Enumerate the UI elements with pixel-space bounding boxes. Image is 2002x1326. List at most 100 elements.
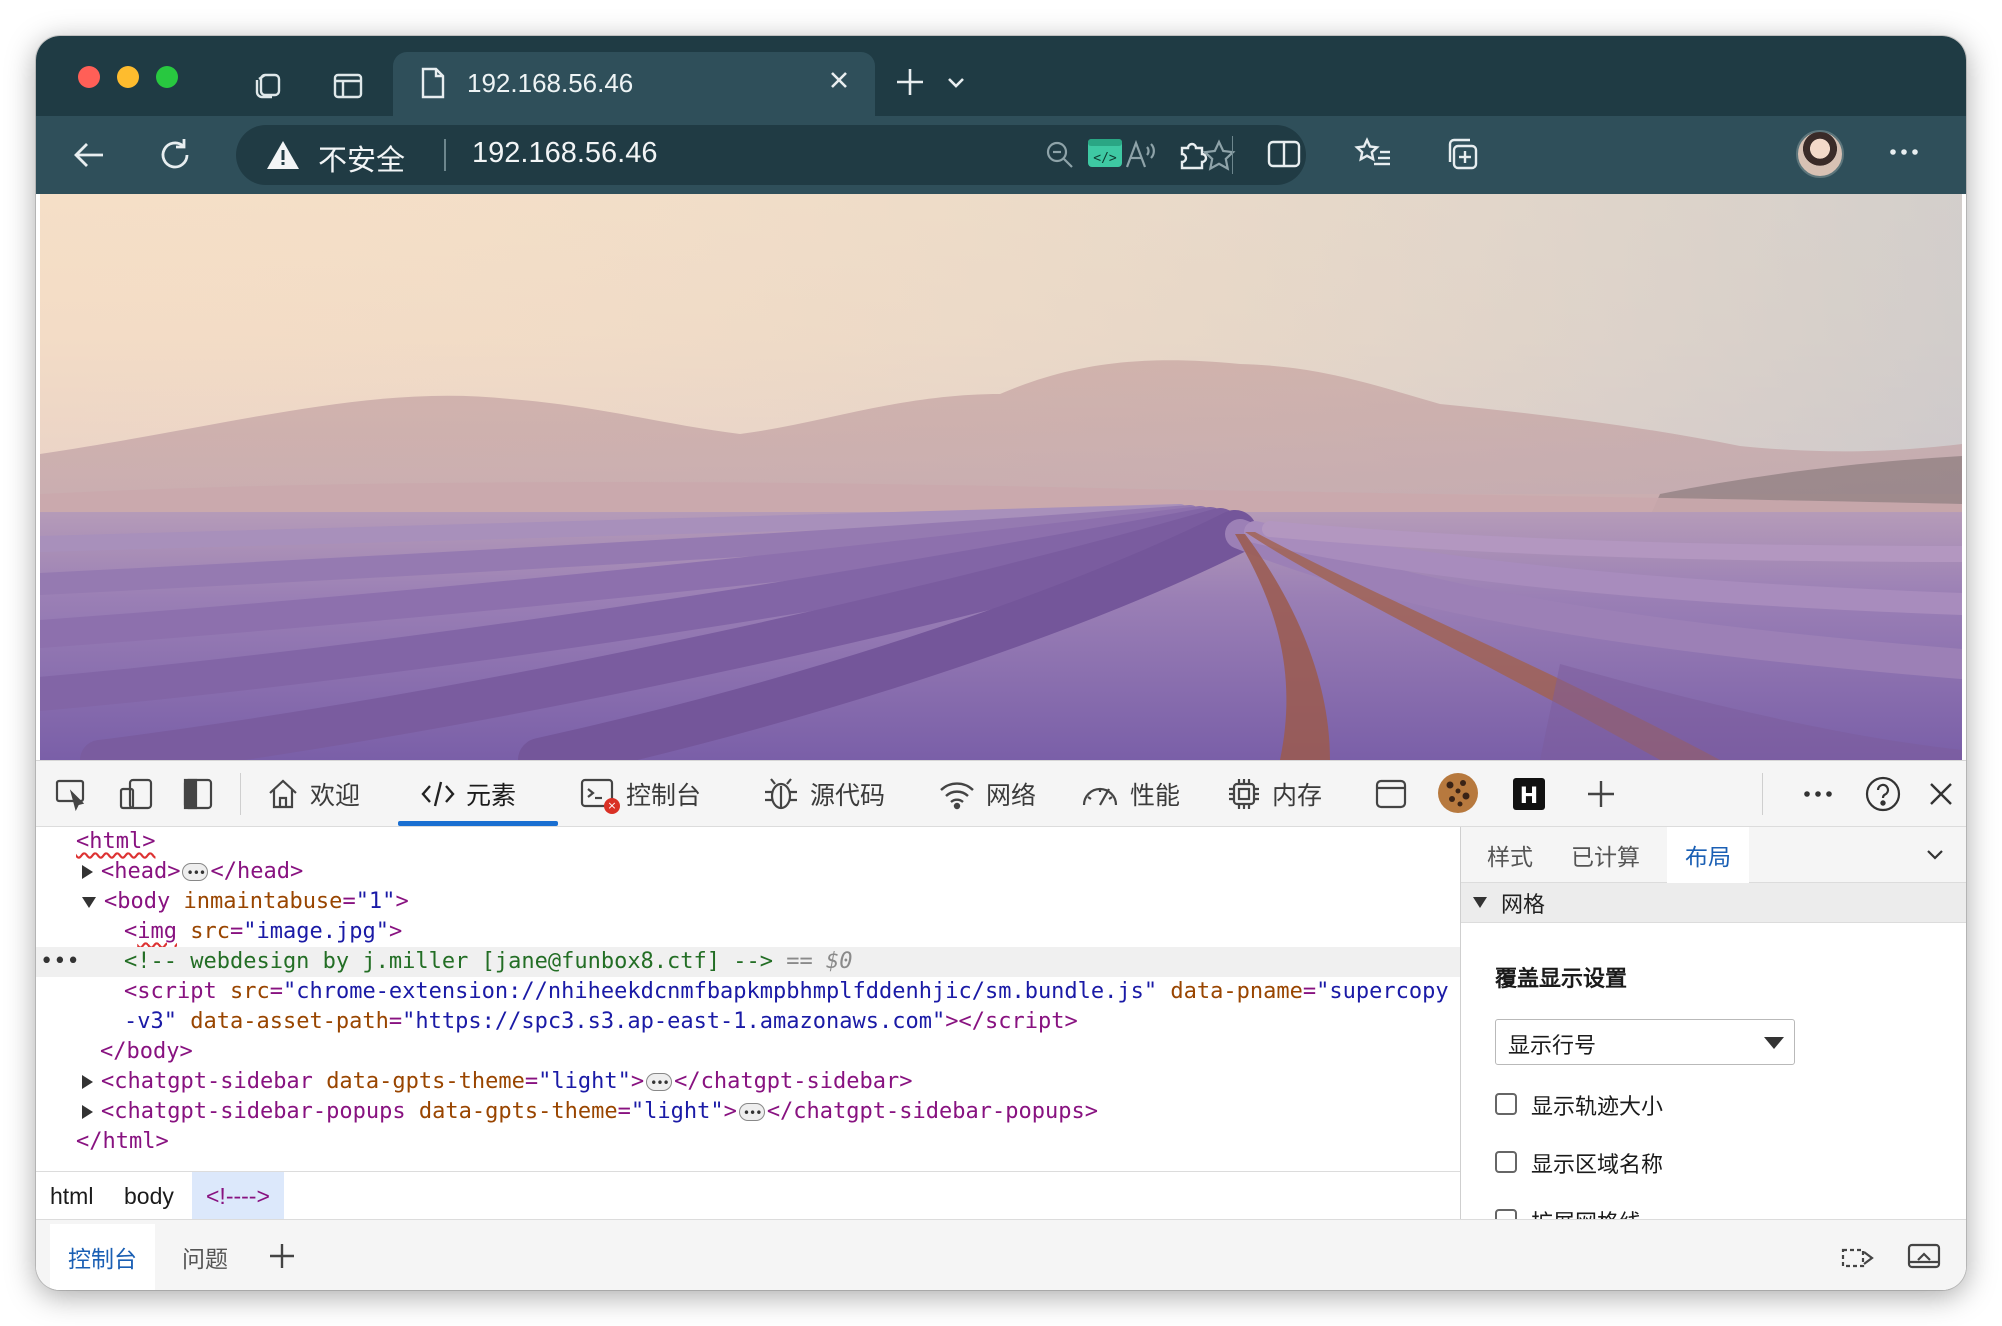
url-text[interactable]: 192.168.56.46 bbox=[472, 137, 657, 170]
show-track-sizes-label[interactable]: 显示轨迹大小 bbox=[1531, 1089, 1663, 1121]
divider bbox=[1232, 136, 1233, 174]
close-drawer-icon[interactable] bbox=[1906, 1240, 1942, 1276]
inspect-element-icon[interactable] bbox=[54, 777, 88, 816]
chevron-down-icon[interactable] bbox=[944, 70, 968, 99]
grid-section-header[interactable]: 网格 bbox=[1461, 883, 1966, 923]
tab-network[interactable]: 网络 bbox=[938, 761, 1036, 827]
read-aloud-icon[interactable] bbox=[1124, 139, 1158, 176]
head-open-tag: <head> bbox=[101, 859, 181, 884]
dom-node-script[interactable]: <script src="chrome-extension://nhiheekd… bbox=[36, 977, 1460, 1007]
overlay-settings-title: 覆盖显示设置 bbox=[1495, 967, 1628, 992]
document-icon bbox=[419, 66, 447, 105]
console-ref-marker: == $0 bbox=[786, 949, 853, 974]
back-icon[interactable] bbox=[68, 134, 110, 176]
tab-elements[interactable]: 元素 bbox=[420, 761, 516, 827]
chevron-down-icon[interactable] bbox=[1924, 843, 1946, 869]
code-extension-icon[interactable]: </> bbox=[1086, 136, 1124, 175]
ellipsis-icon[interactable] bbox=[182, 858, 209, 888]
script-pname-value-cont: -v3" bbox=[124, 1009, 177, 1034]
script-src-value[interactable]: "chrome-extension://nhiheekdcnmfbapkmpbh… bbox=[283, 979, 1157, 1004]
devtools-drawer: 控制台 问题 bbox=[36, 1219, 1966, 1290]
tab-computed[interactable]: 已计算 bbox=[1571, 827, 1640, 883]
extend-grid-lines-checkbox[interactable] bbox=[1495, 1209, 1517, 1219]
dock-side-icon[interactable] bbox=[182, 777, 214, 816]
profile-avatar[interactable] bbox=[1796, 130, 1844, 178]
cookie-editor-icon[interactable] bbox=[1436, 771, 1480, 820]
expand-triangle-icon[interactable] bbox=[82, 865, 93, 879]
window-close-button[interactable] bbox=[78, 66, 100, 88]
show-area-names-label[interactable]: 显示区域名称 bbox=[1531, 1147, 1663, 1179]
page-hero-image bbox=[40, 194, 1962, 760]
zoom-out-icon[interactable] bbox=[1044, 139, 1076, 176]
new-tab-icon[interactable] bbox=[892, 64, 928, 105]
tab-layout[interactable]: 布局 bbox=[1667, 827, 1749, 883]
lavender-field-image bbox=[40, 194, 1962, 760]
close-devtools-icon[interactable] bbox=[1926, 779, 1956, 814]
tab-elements-label: 元素 bbox=[466, 781, 517, 810]
breadcrumb-html[interactable]: html bbox=[50, 1172, 93, 1220]
tab-performance[interactable]: 性能 bbox=[1080, 761, 1180, 827]
script-asset-path-value[interactable]: "https://spc3.s3.ap-east-1.amazonaws.com… bbox=[402, 1009, 945, 1034]
close-tab-icon[interactable] bbox=[825, 66, 853, 99]
warning-icon[interactable] bbox=[266, 139, 300, 176]
application-panel-icon[interactable] bbox=[1374, 777, 1408, 816]
dom-node-comment-selected[interactable]: ••• <!-- webdesign by j.miller [jane@fun… bbox=[36, 947, 1460, 977]
drawer-add-tab-icon[interactable] bbox=[266, 1240, 298, 1276]
more-menu-icon[interactable] bbox=[1888, 142, 1920, 167]
expand-triangle-icon[interactable] bbox=[82, 1105, 93, 1119]
dom-node-img[interactable]: <img src="image.jpg"> bbox=[36, 917, 1460, 947]
ellipsis-icon[interactable] bbox=[738, 1098, 765, 1128]
drawer-tab-issues[interactable]: 问题 bbox=[182, 1224, 228, 1290]
window-maximize-button[interactable] bbox=[156, 66, 178, 88]
row-menu-icon[interactable]: ••• bbox=[40, 947, 80, 977]
split-screen-icon[interactable] bbox=[1266, 136, 1302, 177]
address-bar[interactable]: 不安全 192.168.56.46 bbox=[236, 125, 1306, 185]
tab-styles[interactable]: 样式 bbox=[1487, 827, 1533, 883]
dom-node-body[interactable]: <body inmaintabuse="1"> bbox=[36, 887, 1460, 917]
tab-sources[interactable]: 源代码 bbox=[762, 761, 885, 827]
window-minimize-button[interactable] bbox=[117, 66, 139, 88]
security-label[interactable]: 不安全 bbox=[318, 137, 405, 179]
more-tools-icon[interactable] bbox=[1802, 785, 1834, 808]
dom-node-chatgpt-sidebar[interactable]: <chatgpt-sidebar data-gpts-theme="light"… bbox=[36, 1067, 1460, 1098]
collapse-triangle-icon[interactable] bbox=[82, 896, 96, 908]
show-area-names-checkbox[interactable] bbox=[1495, 1151, 1517, 1173]
workspaces-icon[interactable] bbox=[250, 68, 286, 104]
extensions-puzzle-icon[interactable] bbox=[1174, 136, 1210, 177]
collections-icon[interactable] bbox=[1444, 136, 1480, 177]
tab-welcome[interactable]: 欢迎 bbox=[266, 761, 360, 827]
add-tool-icon[interactable] bbox=[1584, 777, 1618, 816]
script-attr-pname: data-pname bbox=[1170, 979, 1303, 1004]
tab-memory[interactable]: 内存 bbox=[1226, 761, 1322, 827]
dom-node-script-cont: -v3" data-asset-path="https://spc3.s3.ap… bbox=[124, 1009, 1078, 1034]
show-track-sizes-checkbox[interactable] bbox=[1495, 1093, 1517, 1115]
html-close-tag: </html> bbox=[76, 1129, 169, 1154]
dom-node-html-close[interactable]: </html> bbox=[36, 1127, 1460, 1157]
breadcrumb-comment[interactable]: <!----> bbox=[192, 1172, 284, 1220]
ellipsis-icon[interactable] bbox=[646, 1068, 673, 1098]
help-icon[interactable] bbox=[1864, 775, 1902, 818]
dock-drawer-icon[interactable] bbox=[1840, 1240, 1876, 1276]
body-attr-value: "1" bbox=[355, 889, 396, 914]
html-open-tag: <html> bbox=[76, 829, 156, 854]
hackbar-icon[interactable]: H bbox=[1512, 777, 1546, 816]
img-tag-name: img bbox=[137, 919, 177, 944]
popups-attr-value: "light" bbox=[630, 1099, 724, 1124]
grid-overlay-select[interactable]: 显示行号 bbox=[1495, 1019, 1795, 1065]
tab-active[interactable]: 192.168.56.46 bbox=[393, 52, 875, 116]
refresh-icon[interactable] bbox=[154, 134, 196, 176]
dom-node-html[interactable]: <html> bbox=[36, 827, 1460, 857]
vertical-tabs-icon[interactable] bbox=[330, 68, 366, 104]
favorites-list-icon[interactable] bbox=[1354, 136, 1392, 177]
expand-triangle-icon[interactable] bbox=[82, 1075, 93, 1089]
dom-node-chatgpt-sidebar-popups[interactable]: <chatgpt-sidebar-popups data-gpts-theme=… bbox=[36, 1097, 1460, 1128]
device-emulation-icon[interactable] bbox=[118, 777, 154, 816]
extend-grid-lines-label[interactable]: 扩展网格线 bbox=[1531, 1205, 1641, 1219]
dom-node-head[interactable]: <head> </head> bbox=[36, 857, 1460, 888]
collapse-triangle-icon[interactable] bbox=[1473, 897, 1487, 908]
drawer-tab-console[interactable]: 控制台 bbox=[50, 1224, 155, 1290]
breadcrumb-body[interactable]: body bbox=[124, 1172, 174, 1220]
console-icon: × bbox=[580, 776, 620, 814]
tab-console[interactable]: × 控制台 bbox=[580, 761, 701, 827]
dom-node-body-close[interactable]: </body> bbox=[36, 1037, 1460, 1067]
